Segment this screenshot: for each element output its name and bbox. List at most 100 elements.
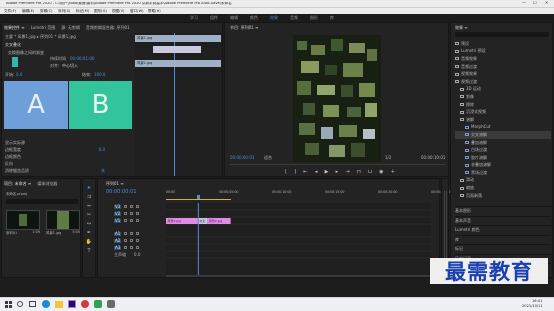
menu-item[interactable]: 编辑(E) [22, 9, 34, 14]
workspace-panel-link[interactable]: 标记 [455, 244, 551, 254]
mark-in-icon[interactable]: ⌊ [285, 169, 287, 175]
effects-tree-item[interactable]: 3D 运动 [455, 86, 551, 94]
sync-icon[interactable] [130, 239, 134, 242]
edge-browser-icon[interactable] [42, 300, 50, 308]
effects-search-input[interactable] [455, 32, 549, 37]
menu-item[interactable]: 视图(V) [112, 9, 124, 14]
alignment-value[interactable]: 中心切入 [62, 64, 78, 68]
timeline-timecode[interactable]: 00:00:00:01 [106, 190, 137, 195]
workspace-tab[interactable]: 颜色 [250, 16, 258, 20]
duration-value[interactable]: 00:00:01:00 [70, 57, 94, 61]
effects-tree-item[interactable]: 页面剥落 [455, 192, 551, 200]
effects-tree-item[interactable]: 交叉溶解 [455, 131, 551, 139]
track-header[interactable]: V2 [100, 210, 164, 217]
step-back-icon[interactable]: ◂ [315, 169, 318, 175]
track-header[interactable]: A1 [100, 230, 164, 237]
go-to-out-icon[interactable]: ⇥ [345, 169, 349, 175]
menu-item[interactable]: 窗口(W) [130, 9, 144, 14]
menu-item[interactable]: 图形(G) [94, 9, 107, 14]
effects-tree-item[interactable]: 缩放 [455, 184, 551, 192]
add-button-icon[interactable]: + [391, 169, 395, 175]
track-header[interactable]: A3 [100, 244, 164, 251]
project-item-sequence[interactable]: 序列01 1:09 [6, 210, 40, 236]
lift-icon[interactable]: ⊓ [357, 169, 361, 175]
extract-icon[interactable]: ⊔ [368, 169, 372, 175]
lock-icon[interactable] [124, 239, 128, 242]
lock-icon[interactable] [124, 246, 128, 249]
effect-controls-tab[interactable]: 音频剪辑混合器: 序列01 [86, 26, 130, 30]
effect-property-value[interactable]: 关 [101, 168, 105, 173]
sync-icon[interactable] [130, 212, 134, 215]
workspace-panel-link[interactable]: Lumetri 颜色 [455, 225, 551, 235]
search-icon[interactable] [17, 301, 23, 307]
effects-tree-item[interactable]: 滑动 [455, 177, 551, 185]
type-tool-icon[interactable]: T [87, 248, 90, 254]
lock-icon[interactable] [124, 219, 128, 222]
slip-tool-icon[interactable]: ↔ [87, 221, 91, 227]
play-icon[interactable]: ▶ [325, 169, 329, 175]
work-area-bar[interactable] [166, 199, 231, 200]
pen-tool-icon[interactable]: ✒ [87, 230, 91, 236]
app-icon-gray[interactable] [107, 300, 115, 308]
timeline-tab[interactable]: 序列01 ≡ [106, 182, 124, 186]
menu-item[interactable]: 标记(M) [76, 9, 89, 14]
mini-clip-bottom[interactable]: 风景1.jpg [135, 60, 221, 67]
fit-dropdown[interactable]: 适合 [264, 156, 272, 160]
sync-icon[interactable] [130, 205, 134, 208]
menu-item[interactable]: 剪辑(C) [40, 9, 53, 14]
program-monitor-tab[interactable]: 节目: 序列01 ≡ [230, 26, 258, 30]
eye-icon[interactable] [136, 246, 140, 249]
eye-icon[interactable] [136, 219, 140, 222]
program-scrubber[interactable] [230, 164, 445, 165]
track-label[interactable]: A1 [114, 231, 122, 236]
media-app-icon[interactable] [81, 300, 89, 308]
workspace-tab[interactable]: 效果 [270, 16, 278, 20]
sync-icon[interactable] [130, 246, 134, 249]
go-to-in-icon[interactable]: ⇤ [303, 169, 307, 175]
menu-item[interactable]: 序列(S) [58, 9, 70, 14]
hand-tool-icon[interactable]: ✋ [86, 239, 92, 245]
track-label[interactable]: V1 [114, 218, 122, 223]
track-label[interactable]: A2 [114, 238, 122, 243]
mini-clip-top[interactable]: 风景1.jpg [135, 35, 221, 42]
effect-controls-tab[interactable]: 源: 无剪辑 [61, 26, 80, 30]
sync-icon[interactable] [130, 232, 134, 235]
close-icon[interactable]: ✕ [545, 1, 548, 5]
end-value[interactable]: 100.0 [94, 73, 105, 77]
effect-property-value[interactable]: 0.0 [99, 147, 105, 152]
effects-tree-item[interactable]: 白场过渡 [455, 146, 551, 154]
workspace-panel-link[interactable]: 基本图形 [455, 206, 551, 216]
eye-icon[interactable] [136, 205, 140, 208]
effects-tree-item[interactable]: 视频效果 [455, 70, 551, 78]
step-forward-icon[interactable]: ▸ [336, 169, 339, 175]
eye-icon[interactable] [136, 239, 140, 242]
task-view-icon[interactable] [29, 301, 36, 307]
minimize-icon[interactable]: — [522, 1, 526, 5]
workspace-tab[interactable]: 图形 [310, 16, 318, 20]
track-label[interactable]: A3 [114, 245, 122, 250]
effects-tree-item[interactable]: 音频过渡 [455, 63, 551, 71]
timeline-scrollbar[interactable] [166, 275, 431, 277]
effects-tree-item[interactable]: 胶片溶解 [455, 154, 551, 162]
razor-tool-icon[interactable]: ✂ [87, 212, 91, 218]
premiere-pro-icon[interactable] [68, 300, 76, 308]
track-label[interactable]: V2 [114, 211, 122, 216]
program-timecode-left[interactable]: 00:00:00:01 [230, 156, 254, 160]
maximize-icon[interactable]: ☐ [533, 1, 537, 5]
track-header[interactable]: V1 [100, 217, 164, 224]
effects-tree-item[interactable]: 擦除 [455, 101, 551, 109]
workspace-tab[interactable]: 音频 [290, 16, 298, 20]
project-tab[interactable]: 媒体浏览器 [37, 182, 57, 186]
effects-tree-item[interactable]: Lumetri 预设 [455, 48, 551, 56]
effects-tree-item[interactable]: 预设 [455, 40, 551, 48]
selection-tool-icon[interactable]: ➤ [87, 185, 91, 191]
track-label[interactable]: V3 [114, 204, 122, 209]
workspace-tab[interactable]: 库 [330, 16, 334, 20]
ripple-edit-icon[interactable]: ⟛ [87, 203, 92, 209]
effects-tree-item[interactable]: MorphCut [455, 124, 551, 132]
lock-icon[interactable] [124, 212, 128, 215]
workspace-panel-link[interactable]: 基本声音 [455, 215, 551, 226]
master-track-value[interactable]: 0.0 [134, 252, 140, 257]
effects-tree-item[interactable]: 非叠加溶解 [455, 162, 551, 170]
timeline-ruler[interactable]: 00:00 00:00:05:00 00:00:10:00 00:00:15:00 00… [166, 190, 450, 201]
